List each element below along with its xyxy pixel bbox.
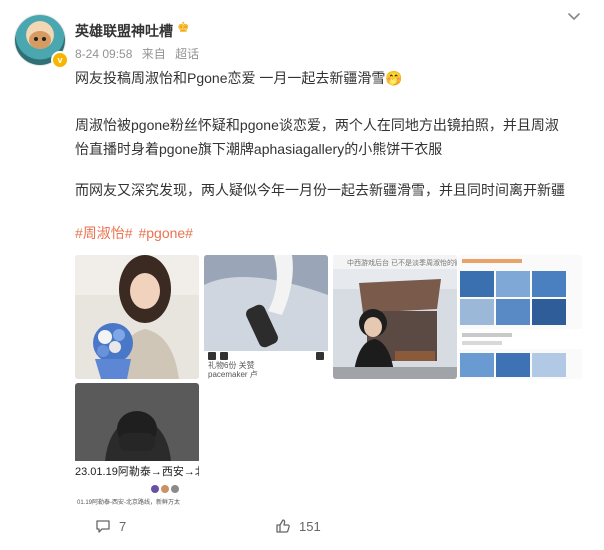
weibo-post-card: v 英雄联盟神吐槽 ♚ 8-24 09:58 来自 超话 网友投稿周淑怡和Pgo…: [0, 0, 604, 550]
author-name[interactable]: 英雄联盟神吐槽: [75, 21, 173, 41]
man-mask-image: [75, 383, 199, 507]
img5-caption-small: 01.19阿勒泰-西安-北京路线，新鲜万太: [77, 500, 181, 506]
post-text-line1: 网友投稿周淑怡和Pgone恋爱 一月一起去新疆滑雪🤭: [75, 70, 403, 86]
post-text-line2b: 怡直播时身着pgone旗下潮牌aphasiagallery的小熊饼干衣服: [75, 141, 443, 157]
post-image-5[interactable]: 23.01.19阿勒泰→西安→北京路 01.19阿勒泰-西安-北京路线，新鲜万太: [75, 383, 199, 507]
img2-caption: 礼物6份 关赞 pacemaker 卢: [208, 361, 258, 379]
tag-list: #周淑怡# #pgone#: [75, 223, 195, 243]
tag-pgone[interactable]: #pgone#: [138, 225, 193, 241]
img3-caption: 中西游戏后台 已不是淡季周淑怡的微博视频: [347, 260, 457, 267]
source-link[interactable]: 超话: [175, 47, 199, 61]
post-text-line3: 而网友又深究发现，两人疑似今年一月份一起去新疆滑雪，并且同时间离开新疆: [75, 182, 565, 198]
post-text-line2a: 周淑怡被pgone粉丝怀疑和pgone谈恋爱，两个人在同地方出镜拍照，并且周淑: [75, 117, 559, 133]
post-image-3[interactable]: 中西游戏后台 已不是淡季周淑怡的微博视频: [333, 255, 457, 379]
photo-grid-image: [458, 255, 582, 379]
img2-caption-line1: 礼物6份 关赞: [208, 361, 255, 370]
post-image-1[interactable]: [75, 255, 199, 379]
woman-flowers-image: [75, 255, 199, 379]
post-image-4[interactable]: [458, 255, 582, 379]
source-prefix: 来自: [141, 47, 166, 61]
verified-badge-icon: v: [51, 51, 69, 69]
img2-caption-line2: pacemaker 卢: [208, 370, 258, 379]
chevron-down-icon[interactable]: [567, 10, 581, 24]
thumbs-up-icon: [276, 519, 290, 533]
crown-icon: ♚: [177, 19, 190, 35]
post-meta: 8-24 09:58 来自 超话: [75, 45, 205, 62]
comment-count: 7: [119, 518, 127, 534]
comment-icon: [96, 520, 110, 533]
like-button[interactable]: 151: [275, 518, 321, 534]
avatar-eye-right: [42, 37, 46, 41]
tag-zhoushuyi[interactable]: #周淑怡#: [75, 225, 133, 241]
post-image-2[interactable]: 礼物6份 关赞 pacemaker 卢: [204, 255, 328, 379]
avatar-eye-left: [34, 37, 38, 41]
post-text-para2: 周淑怡被pgone粉丝怀疑和pgone谈恋爱，两个人在同地方出镜拍照，并且周淑 …: [75, 113, 580, 161]
ski-resort-image: [333, 255, 457, 379]
img5-caption: 23.01.19阿勒泰→西安→北京路: [75, 466, 199, 478]
post-date[interactable]: 8-24 09:58: [75, 47, 132, 61]
avatar-face: [29, 31, 51, 49]
comment-button[interactable]: 7: [95, 518, 126, 534]
like-count: 151: [299, 518, 321, 534]
